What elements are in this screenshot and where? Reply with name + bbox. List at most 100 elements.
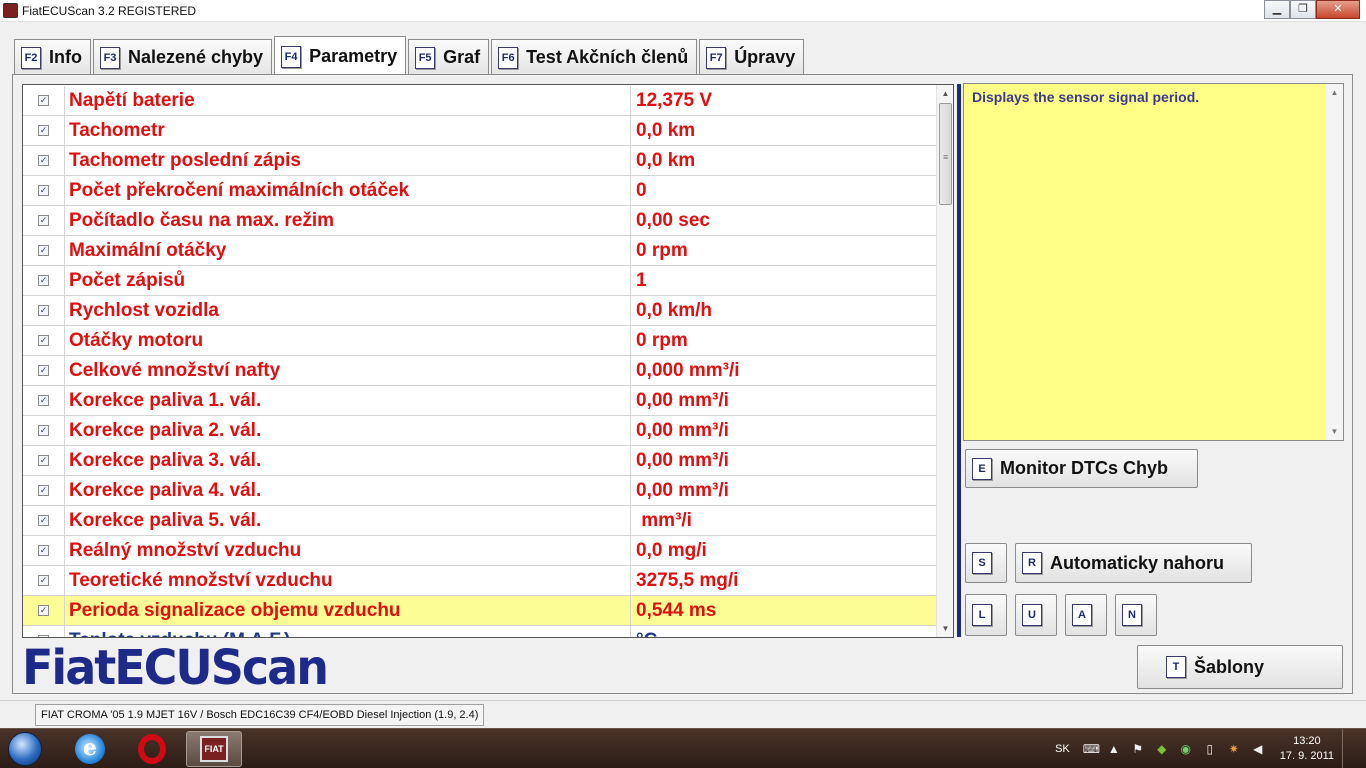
table-row[interactable]: ✓ Rychlost vozidla 0,0 km/h [23, 295, 937, 326]
show-desktop-button[interactable] [1342, 729, 1356, 768]
row-checkbox-cell[interactable]: ✓ [23, 565, 65, 596]
tab-info[interactable]: F2 Info [14, 39, 91, 75]
network-icon[interactable]: ▲ [1107, 742, 1121, 756]
row-checkbox[interactable]: ✓ [38, 575, 49, 586]
row-checkbox-cell[interactable]: ✓ [23, 145, 65, 176]
row-checkbox[interactable]: ✓ [38, 245, 49, 256]
row-checkbox-cell[interactable]: ✓ [23, 475, 65, 506]
auto-scroll-up-button[interactable]: R Automaticky nahoru [1015, 543, 1252, 583]
clock[interactable]: 13:20 17. 9. 2011 [1280, 734, 1334, 764]
row-checkbox[interactable]: ✓ [38, 455, 49, 466]
row-checkbox-cell[interactable]: ✓ [23, 415, 65, 446]
scroll-up-arrow-icon[interactable]: ▲ [1326, 84, 1343, 101]
row-checkbox-cell[interactable]: ✓ [23, 115, 65, 146]
description-scrollbar[interactable]: ▲ ▼ [1326, 84, 1343, 440]
monitor-dtc-button[interactable]: E Monitor DTCs Chyb [965, 449, 1198, 488]
u-button[interactable]: U [1015, 594, 1057, 636]
row-checkbox-cell[interactable]: ✓ [23, 505, 65, 536]
maximize-button[interactable]: ❐ [1290, 0, 1316, 19]
table-row[interactable]: ✓ Celkové množství nafty 0,000 mm³/i [23, 355, 937, 386]
power-icon[interactable]: ✷ [1227, 742, 1241, 756]
row-checkbox-cell[interactable]: ✓ [23, 355, 65, 386]
table-row[interactable]: ✓ Teoretické množství vzduchu 3275,5 mg/i [23, 565, 937, 596]
tab-label: Úpravy [734, 47, 796, 67]
row-checkbox[interactable]: ✓ [38, 515, 49, 526]
table-row[interactable]: ✓ Korekce paliva 5. vál. mm³/i [23, 505, 937, 536]
row-checkbox[interactable]: ✓ [38, 185, 49, 196]
row-checkbox-cell[interactable]: ✓ [23, 295, 65, 326]
table-row[interactable]: ✓ Tachometr 0,0 km [23, 115, 937, 146]
l-button[interactable]: L [965, 594, 1007, 636]
row-checkbox[interactable]: ✓ [38, 95, 49, 106]
row-checkbox[interactable]: ✓ [38, 125, 49, 136]
row-checkbox[interactable] [38, 635, 49, 637]
row-checkbox-cell[interactable] [23, 625, 65, 637]
row-checkbox[interactable]: ✓ [38, 215, 49, 226]
row-checkbox-cell[interactable]: ✓ [23, 595, 65, 626]
keyboard-icon[interactable]: ⌨ [1083, 742, 1100, 756]
taskbar-opera[interactable] [124, 731, 180, 767]
table-row[interactable]: ✓ Napětí baterie 12,375 V [23, 85, 937, 116]
start-button[interactable] [4, 729, 48, 768]
scroll-thumb[interactable]: ≡ [939, 103, 952, 205]
table-row[interactable]: ✓ Korekce paliva 4. vál. 0,00 mm³/i [23, 475, 937, 506]
nvidia-icon[interactable]: ◆ [1155, 742, 1169, 756]
volume-icon[interactable]: ◀ [1251, 742, 1265, 756]
taskbar-internet-explorer[interactable]: e [62, 731, 118, 767]
tab-adjustments[interactable]: F7 Úpravy [699, 39, 805, 75]
table-row[interactable]: ✓ Reálný množství vzduchu 0,0 mg/i [23, 535, 937, 566]
row-checkbox[interactable]: ✓ [38, 155, 49, 166]
row-checkbox[interactable]: ✓ [38, 485, 49, 496]
row-checkbox-cell[interactable]: ✓ [23, 235, 65, 266]
close-button[interactable]: ✕ [1316, 0, 1360, 19]
table-row[interactable]: ✓ Tachometr poslední zápis 0,0 km [23, 145, 937, 176]
table-row[interactable]: ✓ Perioda signalizace objemu vzduchu 0,544… [23, 595, 937, 626]
s-button[interactable]: S [965, 543, 1007, 583]
tab-actuator-test[interactable]: F6 Test Akčních členů [491, 39, 698, 75]
table-row[interactable]: ✓ Počítadlo času na max. režim 0,00 sec [23, 205, 937, 236]
table-row[interactable]: ✓ Korekce paliva 3. vál. 0,00 mm³/i [23, 445, 937, 476]
flag-icon[interactable]: ⚑ [1131, 742, 1145, 756]
row-checkbox[interactable]: ✓ [38, 305, 49, 316]
minimize-button[interactable]: ▁ [1264, 0, 1290, 19]
row-checkbox[interactable]: ✓ [38, 275, 49, 286]
a-button[interactable]: A [1065, 594, 1107, 636]
table-row[interactable]: ✓ Počet zápisů 1 [23, 265, 937, 296]
language-indicator[interactable]: SK [1055, 743, 1070, 755]
table-row[interactable]: ✓ Počet překročení maximálních otáček 0 [23, 175, 937, 206]
update-icon[interactable]: ◉ [1179, 742, 1193, 756]
templates-button[interactable]: T Šablony [1137, 645, 1343, 689]
table-row[interactable]: ✓ Maximální otáčky 0 rpm [23, 235, 937, 266]
n-button[interactable]: N [1115, 594, 1157, 636]
row-checkbox[interactable]: ✓ [38, 545, 49, 556]
tab-parameters[interactable]: F4 Parametry [274, 36, 407, 76]
row-checkbox[interactable]: ✓ [38, 425, 49, 436]
table-row[interactable]: ✓ Korekce paliva 1. vál. 0,00 mm³/i [23, 385, 937, 416]
table-scrollbar[interactable]: ▲ ≡ ▼ [936, 85, 953, 637]
row-checkbox-cell[interactable]: ✓ [23, 325, 65, 356]
scroll-down-arrow-icon[interactable]: ▼ [937, 620, 953, 637]
table-row[interactable]: ✓ Korekce paliva 2. vál. 0,00 mm³/i [23, 415, 937, 446]
row-checkbox-cell[interactable]: ✓ [23, 535, 65, 566]
row-checkbox-cell[interactable]: ✓ [23, 85, 65, 116]
tab-label: Graf [443, 47, 481, 67]
row-checkbox[interactable]: ✓ [38, 365, 49, 376]
parameter-name: Rychlost vozidla [65, 295, 631, 326]
row-checkbox[interactable]: ✓ [38, 335, 49, 346]
scroll-down-arrow-icon[interactable]: ▼ [1326, 423, 1343, 440]
table-row[interactable]: ✓ Otáčky motoru 0 rpm [23, 325, 937, 356]
table-row[interactable]: Teplota vzduchu (M.A.F.)°C [23, 625, 937, 637]
clock-date: 17. 9. 2011 [1279, 750, 1334, 762]
battery-icon[interactable]: ▯ [1203, 742, 1217, 756]
row-checkbox-cell[interactable]: ✓ [23, 205, 65, 236]
row-checkbox-cell[interactable]: ✓ [23, 265, 65, 296]
row-checkbox[interactable]: ✓ [38, 605, 49, 616]
row-checkbox-cell[interactable]: ✓ [23, 385, 65, 416]
taskbar-fiatecuscan[interactable]: FIAT [186, 731, 242, 767]
tab-found-errors[interactable]: F3 Nalezené chyby [93, 39, 273, 75]
scroll-up-arrow-icon[interactable]: ▲ [937, 85, 953, 102]
tab-graph[interactable]: F5 Graf [408, 39, 490, 75]
row-checkbox-cell[interactable]: ✓ [23, 445, 65, 476]
row-checkbox[interactable]: ✓ [38, 395, 49, 406]
row-checkbox-cell[interactable]: ✓ [23, 175, 65, 206]
